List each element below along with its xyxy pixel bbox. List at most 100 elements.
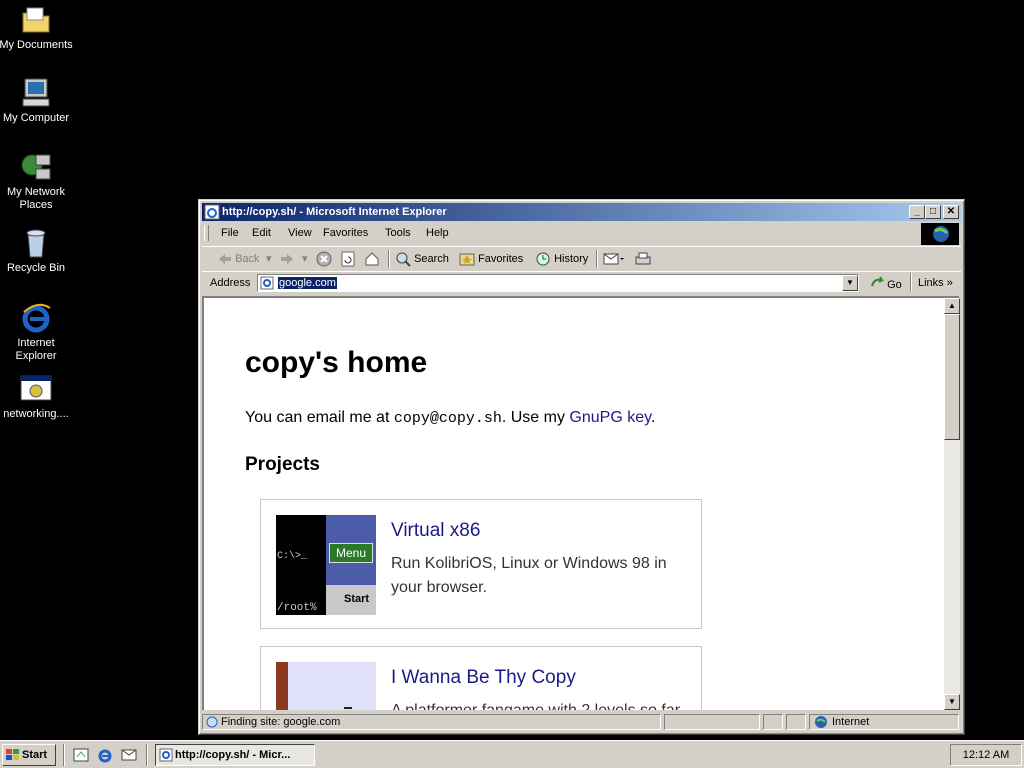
start-button[interactable]: Start [2,744,56,766]
refresh-button[interactable] [340,251,356,267]
menu-file[interactable]: File [221,227,239,239]
settings-file-icon [20,373,52,405]
back-dropdown[interactable]: ▾ [266,251,272,267]
menu-edit[interactable]: Edit [252,227,271,239]
go-arrow-icon [871,276,885,287]
menu-tools[interactable]: Tools [385,227,411,239]
maximize-button[interactable]: □ [925,205,941,219]
stop-button[interactable] [316,251,332,267]
windows-logo-icon [6,749,19,761]
refresh-icon [341,251,355,267]
taskbar-separator [146,744,148,766]
desktop-icon-label: Recycle Bin [6,262,66,274]
thumb-menu-button: Menu [329,543,373,563]
print-icon [635,252,651,265]
gpg-suffix: . [650,409,656,426]
system-tray-clock[interactable]: 12:12 AM [950,744,1022,766]
status-panel [763,714,783,730]
close-button[interactable]: ✕ [943,205,959,219]
thumb-start-button: Start [344,593,370,605]
quicklaunch-ie-icon[interactable] [97,747,113,766]
ie-throbber-logo [921,223,959,245]
zone-label: Internet [832,716,870,728]
gnupg-key-link[interactable]: GnuPG key [569,409,651,426]
project-title-link[interactable]: I Wanna Be Thy Copy [391,667,576,689]
menu-bar: File Edit View Favorites Tools Help [202,223,961,245]
status-zone-panel: Internet [809,714,959,730]
i-wanna-be-thy-copy-thumbnail [276,662,376,710]
standard-toolbar: Back ▾ ▾ Search Favorites History [202,246,961,271]
menu-favorites[interactable]: Favorites [323,227,368,239]
address-input[interactable]: google.com ▼ [257,274,859,292]
project-card[interactable]: I Wanna Be Thy Copy A platformer fangame… [260,646,702,710]
mail-icon [603,253,624,265]
folder-icon [20,4,52,36]
desktop-icon-my-network-places[interactable]: My Network Places [0,151,74,212]
go-button[interactable]: Go [870,276,902,291]
project-description: A platformer fangame with 2 levels so fa… [391,699,681,710]
quicklaunch-outlook-icon[interactable] [121,747,137,766]
email-address: copy@copy.sh [393,410,502,427]
internet-explorer-icon [20,302,52,334]
forward-arrow-icon [281,254,293,265]
desktop-icon-my-documents[interactable]: My Documents [0,4,74,52]
menu-help[interactable]: Help [426,227,449,239]
address-value: google.com [278,277,337,289]
back-label: Back [235,253,260,265]
address-label: Address [210,277,251,289]
taskbar-window-title: http://copy.sh/ - Micr... [175,749,291,761]
search-label: Search [414,253,449,265]
links-label: Links [918,277,944,289]
address-dropdown-button[interactable]: ▼ [842,275,858,291]
scroll-down-button[interactable]: ▼ [944,694,960,710]
status-progress-panel [664,714,760,730]
page-content[interactable]: copy's home You can email me at copy@cop… [202,296,959,710]
vertical-scrollbar[interactable]: ▲ ▼ [944,298,960,710]
minimize-button[interactable]: _ [909,205,925,219]
status-main-panel: Finding site: google.com [202,714,661,730]
history-button[interactable]: History [535,251,588,267]
stop-icon [316,251,332,267]
toolbar-grip[interactable] [204,225,209,241]
thumb-root-prompt: /root% [277,602,317,614]
project-card[interactable]: C:\>_ Menu /root% Start Virtual x86 Run … [260,499,702,629]
print-button[interactable] [634,251,652,267]
window-titlebar[interactable]: http://copy.sh/ - Microsoft Internet Exp… [202,203,961,221]
projects-heading: Projects [245,454,320,475]
scroll-thumb[interactable] [944,314,960,440]
scroll-up-button[interactable]: ▲ [944,298,960,314]
status-bar: Finding site: google.com Internet [202,713,961,731]
home-icon [365,252,379,266]
taskbar: Start http://copy.sh/ - Micr... 12:12 AM [0,740,1024,768]
search-button[interactable]: Search [395,251,449,267]
menu-view[interactable]: View [288,227,312,239]
search-icon [396,252,411,267]
forward-dropdown[interactable]: ▾ [302,251,308,267]
desktop-icon-networking[interactable]: networking.... [0,373,74,421]
page-heading: copy's home [245,346,428,379]
favorites-button[interactable]: Favorites [459,251,523,267]
toolbar-separator [596,250,598,268]
links-button[interactable]: Links » [918,277,953,289]
desktop-icon-recycle-bin[interactable]: Recycle Bin [0,227,74,275]
back-button[interactable]: Back [218,251,260,267]
project-title-link[interactable]: Virtual x86 [391,520,480,542]
desktop-icon-label: networking.... [3,408,69,420]
taskbar-ie-window-button[interactable]: http://copy.sh/ - Micr... [155,744,315,766]
desktop-icon-my-computer[interactable]: My Computer [0,77,74,125]
virtual-x86-thumbnail: C:\>_ Menu /root% Start [276,515,376,615]
address-bar: Address google.com ▼ Go Links » [202,271,961,294]
home-button[interactable] [364,251,380,267]
quicklaunch-separator [63,744,65,766]
forward-button[interactable] [280,251,294,267]
start-label: Start [22,749,48,761]
desktop-icon-label: My Documents [0,39,73,51]
desktop-icon-label: My Network Places [6,186,66,211]
internet-zone-icon [815,716,827,728]
mail-button[interactable] [603,251,625,267]
show-desktop-icon[interactable] [73,747,89,766]
back-arrow-icon [219,254,231,265]
email-suffix: . Use my [501,409,570,426]
thumb-prompt: C:\>_ [277,551,308,562]
desktop-icon-internet-explorer[interactable]: Internet Explorer [0,302,74,363]
